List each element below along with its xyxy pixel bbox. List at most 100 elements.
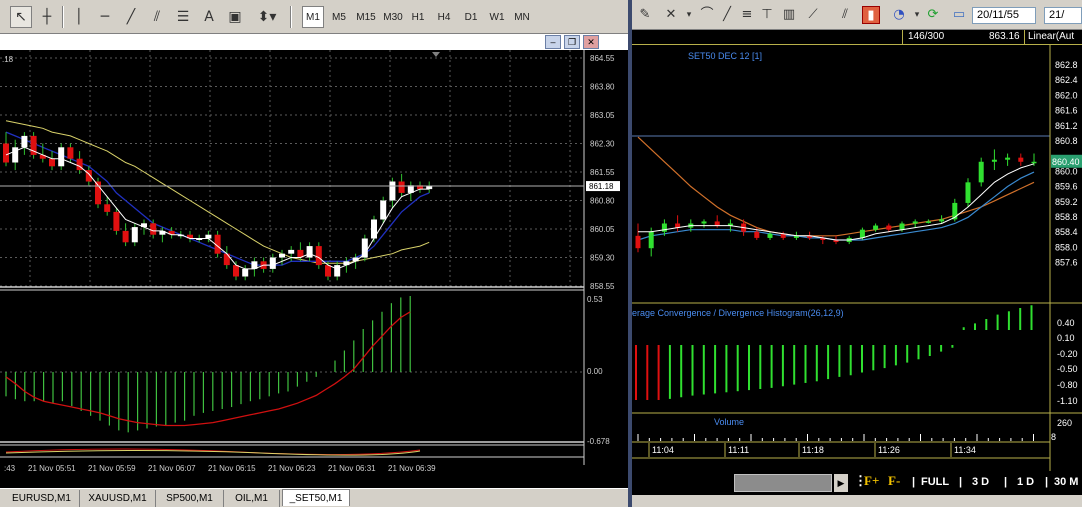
arc-icon[interactable]: ⌒ (698, 6, 716, 24)
price-axis-label: 862.0 (1055, 90, 1078, 100)
trendline-icon[interactable]: ╱ (120, 6, 142, 28)
macd-axis-label: 0.10 (1057, 333, 1075, 343)
candle-body (873, 225, 879, 230)
minimize-button[interactable]: ‒ (545, 35, 561, 49)
candle-body (104, 204, 111, 212)
candle-body (398, 181, 405, 193)
range-3d-button[interactable]: 3 D (972, 476, 989, 488)
time-axis-label: :43 (4, 464, 16, 473)
chart-titlebar: ‒ ❐ ✕ (0, 34, 628, 50)
candle-body (1018, 157, 1024, 162)
range-full-button[interactable]: FULL (921, 476, 949, 488)
restore-button[interactable]: ❐ (564, 35, 580, 49)
trend-tool-icon[interactable]: ⫽ (836, 6, 854, 24)
draw-icon[interactable]: ✎ (636, 6, 654, 24)
macd-axis-label: -0.20 (1057, 349, 1078, 359)
fibonacci-icon[interactable]: ☰ (172, 6, 194, 28)
candle-body (925, 221, 931, 223)
time-axis-label: 21 Nov 06:39 (388, 464, 436, 473)
price-axis-label: 859.6 (1055, 182, 1078, 192)
vline-tool-icon[interactable]: ⊤ (758, 6, 776, 24)
candle-body (58, 147, 65, 167)
tab-set50[interactable]: _SET50,M1 (282, 489, 350, 506)
bars-icon[interactable]: ▥ (780, 6, 798, 24)
arrows-icon[interactable]: ⬍▾ (252, 6, 282, 28)
tab-oil[interactable]: OIL,M1 (224, 490, 280, 507)
candle-body (389, 181, 396, 201)
price-axis-label: 858.8 (1055, 212, 1078, 222)
tf-h4[interactable]: H4 (434, 6, 454, 28)
candle-body (334, 265, 341, 277)
time-axis-label: 21 Nov 06:31 (328, 464, 376, 473)
tf-m1[interactable]: M1 (302, 6, 324, 28)
time-axis-label: 11:18 (802, 445, 824, 455)
fan-icon[interactable]: ⟋ (804, 6, 822, 24)
chart-scrollbar[interactable] (734, 474, 832, 492)
range-1d-button[interactable]: 1 D (1017, 476, 1034, 488)
refresh-icon[interactable]: ⟳ (924, 6, 942, 24)
candle-body (269, 257, 276, 269)
close-button[interactable]: ✕ (583, 35, 599, 49)
candle-body (21, 135, 28, 148)
scroll-right-icon[interactable]: ▶ (834, 474, 848, 492)
macd-tick-label: 0.53 (587, 295, 603, 304)
vertical-line-icon[interactable]: │ (68, 6, 90, 28)
candle-body (288, 249, 295, 254)
hline-icon[interactable]: ≡ (738, 6, 756, 24)
tf-m5[interactable]: M5 (328, 6, 350, 28)
zoom-out-button[interactable]: F- (888, 473, 900, 489)
label-icon[interactable]: ▣ (224, 6, 246, 28)
tab-sp500[interactable]: SP500,M1 (156, 490, 224, 507)
candle-body (12, 147, 19, 163)
mt4-chart-canvas[interactable]: 864.55 863.80 863.05 862.30 861.55 860.80 860.… (0, 50, 628, 488)
candle-body (67, 147, 74, 159)
channel-icon[interactable]: ⫽ (146, 6, 168, 28)
tf-m15[interactable]: M15 (353, 6, 379, 28)
set50-terminal: ✎ ✕ ▾ ⌒ ╱ ≡ ⊤ ▥ ⟋ ⫽ ▮ ◔ ▾ ⟳ ▭ 20/11/55 2… (632, 0, 1082, 507)
macd-signal-line (5, 311, 411, 427)
zoom-in-button[interactable]: F+ (864, 473, 879, 489)
price-tick-label: 863.05 (590, 111, 615, 120)
time-axis-label: 21 Nov 06:07 (148, 464, 196, 473)
macd-tick-label: -0.678 (587, 437, 610, 446)
price-tick-label: 862.30 (590, 140, 615, 149)
cross-tool-icon[interactable]: ✕ (662, 6, 680, 24)
volume-axis-label: 260 (1057, 418, 1072, 428)
dropdown-icon[interactable]: ▾ (680, 6, 698, 24)
price-axis-label: 861.2 (1055, 121, 1078, 131)
macd-axis-label: 0.40 (1057, 318, 1075, 328)
tf-d1[interactable]: D1 (461, 6, 481, 28)
tf-mn[interactable]: MN (511, 6, 533, 28)
tab-eurusd[interactable]: EURUSD,M1 (4, 490, 80, 507)
candle-body (233, 265, 239, 277)
scale-mode[interactable]: Linear(Aut (1028, 31, 1074, 42)
horizontal-line-icon[interactable]: ─ (94, 6, 116, 28)
cursor-icon[interactable]: ↖ (10, 6, 32, 28)
tf-w1[interactable]: W1 (486, 6, 508, 28)
price-axis-label: 861.6 (1055, 106, 1078, 116)
mt4-chart-window: ‒ ❐ ✕ 864.55 863.80 863.05 862.30 861.55 860.… (0, 34, 628, 488)
candle-body (315, 246, 322, 266)
price-axis-label: 862.4 (1055, 75, 1078, 85)
candle-body (714, 221, 720, 226)
tab-xauusd[interactable]: XAUUSD,M1 (80, 490, 156, 507)
date-from-field[interactable]: 20/11/55 (972, 7, 1036, 24)
date-to-field[interactable]: 21/ (1044, 7, 1082, 24)
tf-m30[interactable]: M30 (380, 6, 406, 28)
candle-body (325, 265, 331, 277)
image-icon[interactable]: ▭ (950, 6, 968, 24)
candle-body (49, 158, 55, 167)
macd-axis-label: -0.80 (1057, 380, 1078, 390)
line-tool-icon[interactable]: ╱ (718, 6, 736, 24)
chart-type-icon[interactable]: ▮ (862, 6, 880, 24)
tf-h1[interactable]: H1 (408, 6, 428, 28)
crosshair-icon[interactable]: ┼ (36, 6, 58, 28)
candle-body (122, 230, 129, 243)
candle-body (767, 233, 773, 238)
clock-icon[interactable]: ◔ (890, 6, 908, 24)
price-axis-label: 860.0 (1055, 166, 1078, 176)
right-chart-canvas[interactable]: SET50 DEC 12 [1] 862.8 862.4 862.0 861.6 861.… (632, 45, 1082, 471)
range-30m-button[interactable]: 30 M (1054, 476, 1078, 488)
text-icon[interactable]: A (198, 6, 220, 28)
volume-title: Volume (714, 417, 744, 427)
